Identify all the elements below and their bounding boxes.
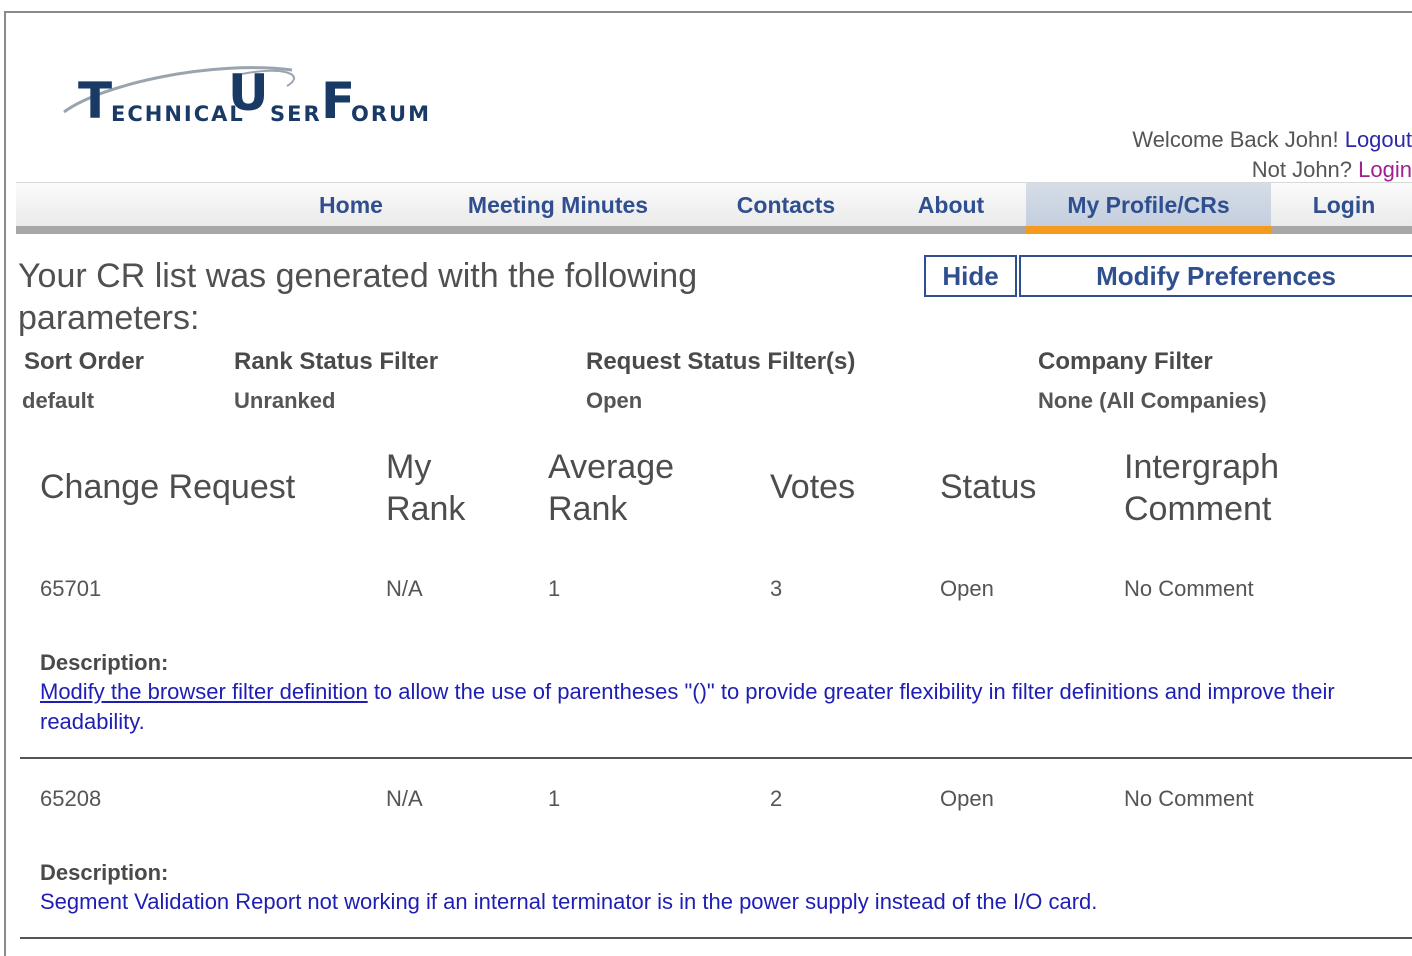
request-status-filter-value: Open [586,388,643,413]
nav-login[interactable]: Login [1286,183,1402,229]
request-status-filter-header: Request Status Filter(s) [586,348,856,375]
company-filter-value: None (All Companies) [1038,388,1267,413]
not-user-text: Not John? [1251,157,1353,182]
rank-status-filter-header: Rank Status Filter [234,348,439,375]
main-nav: Home Meeting Minutes Contacts About My P… [16,182,1412,229]
col-average-rank-line1[interactable]: Average [548,446,674,488]
col-my-rank-line2[interactable]: Rank [386,488,465,530]
row1-description-link[interactable]: Modify the browser filter definition [40,679,368,704]
nav-about[interactable]: About [896,183,1006,229]
hide-button[interactable]: Hide [924,255,1017,297]
sort-order-value: default [22,388,95,413]
welcome-box: Welcome Back John! Logout Not John? Logi… [992,125,1412,185]
logo-word-orum: ORUM [351,102,431,126]
row-divider [20,937,1412,939]
nav-meeting-minutes[interactable]: Meeting Minutes [452,183,664,229]
row-divider [20,757,1412,759]
row2-average-rank: 1 [548,786,561,811]
nav-contacts[interactable]: Contacts [716,183,856,229]
row1-description-label: Description: [40,650,169,675]
logo-letter-t: T [78,72,113,130]
row1-comment: No Comment [1124,576,1254,601]
col-my-rank-line1[interactable]: My [386,446,431,488]
technical-user-forum-logo[interactable]: T ECHNICAL U SER F ORUM [62,64,432,130]
row1-description: Modify the browser filter definition to … [40,677,1370,737]
row2-description: Segment Validation Report not working if… [40,887,1370,917]
nav-my-profile-crs[interactable]: My Profile/CRs [1026,183,1271,229]
row1-average-rank: 1 [548,576,561,601]
row2-change-request[interactable]: 65208 [40,786,101,812]
row2-my-rank: N/A [386,786,423,811]
row2-comment: No Comment [1124,786,1254,811]
row1-status: Open [940,576,994,601]
company-filter-header: Company Filter [1038,348,1213,375]
parameters-title: Your CR list was generated with the foll… [18,257,698,337]
row2-votes: 2 [770,786,783,811]
rank-status-filter-value: Unranked [234,388,336,413]
col-comment-line1[interactable]: Intergraph [1124,446,1279,488]
logo-word-technical: ECHNICAL [111,102,245,126]
col-votes[interactable]: Votes [770,466,855,508]
row2-status: Open [940,786,994,811]
nav-active-indicator [1026,226,1271,234]
row1-votes: 3 [770,576,783,601]
col-average-rank-line2[interactable]: Rank [548,488,627,530]
sort-order-header: Sort Order [24,348,145,375]
col-change-request[interactable]: Change Request [40,466,295,508]
col-comment-line2[interactable]: Comment [1124,488,1271,530]
row1-change-request[interactable]: 65701 [40,576,101,602]
modify-preferences-button[interactable]: Modify Preferences [1019,255,1412,297]
welcome-text: Welcome Back John! [1132,127,1339,152]
login-link[interactable]: Login [1358,157,1412,182]
logo-word-ser: SER [270,102,322,126]
nav-home[interactable]: Home [296,183,406,229]
col-status[interactable]: Status [940,466,1036,508]
row2-description-text: Segment Validation Report not working if… [40,889,1098,914]
row2-description-label: Description: [40,860,169,885]
row1-my-rank: N/A [386,576,423,601]
logout-link[interactable]: Logout [1345,127,1412,152]
logo-letter-u: U [228,64,269,122]
